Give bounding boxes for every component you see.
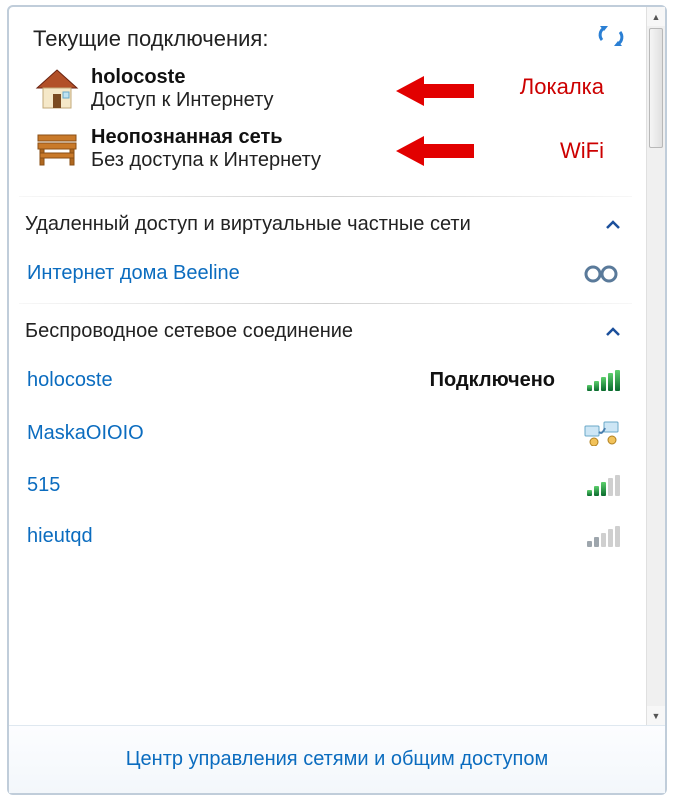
- annotation-label: WiFi: [560, 138, 604, 164]
- connection-name: Неопознанная сеть: [91, 126, 321, 149]
- annotation-label: Локалка: [520, 74, 604, 100]
- signal-strength-icon: [587, 370, 620, 391]
- scrollbar[interactable]: ▲ ▼: [646, 7, 665, 725]
- wireless-network-name: hieutqd: [27, 525, 93, 548]
- wireless-network-right: [587, 526, 620, 547]
- annotation-arrow-icon: [396, 74, 474, 113]
- vpn-item-name: Интернет дома Beeline: [27, 262, 240, 285]
- chevron-up-icon: [606, 321, 620, 342]
- main-scroll-content: Текущие подключения:: [9, 7, 646, 725]
- wireless-network-right: Подключено: [430, 369, 620, 392]
- scroll-up-arrow-icon[interactable]: ▲: [647, 7, 665, 26]
- annotation-arrow-icon: [396, 134, 474, 173]
- shared-computers-icon: [584, 420, 620, 446]
- wireless-network-item[interactable]: holocoste Подключено: [9, 355, 642, 406]
- connection-item[interactable]: holocoste Доступ к Интернету Локалка: [27, 60, 624, 120]
- vpn-item[interactable]: Интернет дома Beeline: [9, 248, 642, 299]
- scroll-thumb[interactable]: [649, 28, 663, 148]
- signal-strength-icon: [587, 526, 620, 547]
- scroll-down-arrow-icon[interactable]: ▼: [647, 706, 665, 725]
- wireless-network-item[interactable]: hieutqd: [9, 511, 642, 562]
- signal-strength-icon: [587, 475, 620, 496]
- wireless-section-header[interactable]: Беспроводное сетевое соединение: [9, 308, 642, 355]
- current-connections-title: Текущие подключения:: [33, 26, 268, 52]
- connection-status: Доступ к Интернету: [91, 89, 273, 112]
- vpn-section-title: Удаленный доступ и виртуальные частные с…: [25, 213, 471, 236]
- connections-list: holocoste Доступ к Интернету Локалка: [9, 60, 642, 192]
- connection-item[interactable]: Неопознанная сеть Без доступа к Интернет…: [27, 120, 624, 180]
- connection-text: Неопознанная сеть Без доступа к Интернет…: [91, 126, 321, 172]
- refresh-icon[interactable]: [598, 25, 624, 52]
- house-icon: [31, 66, 83, 112]
- chevron-up-icon: [606, 214, 620, 235]
- divider: [19, 303, 632, 304]
- wireless-network-name: MaskaOIOIO: [27, 422, 144, 445]
- wireless-network-item[interactable]: MaskaOIOIO: [9, 406, 642, 460]
- wireless-network-item[interactable]: 515: [9, 460, 642, 511]
- wireless-network-name: 515: [27, 474, 60, 497]
- connection-status: Без доступа к Интернету: [91, 149, 321, 172]
- wireless-network-right: [587, 475, 620, 496]
- wireless-section-title: Беспроводное сетевое соединение: [25, 320, 353, 343]
- wireless-network-name: holocoste: [27, 369, 113, 392]
- content-area: Текущие подключения:: [9, 7, 665, 725]
- bench-icon: [31, 126, 83, 172]
- connection-text: holocoste Доступ к Интернету: [91, 66, 273, 112]
- current-connections-header: Текущие подключения:: [9, 7, 642, 60]
- divider: [19, 196, 632, 197]
- vpn-infinity-icon: [582, 263, 620, 285]
- network-flyout: Текущие подключения:: [7, 5, 667, 795]
- footer: Центр управления сетями и общим доступом: [9, 725, 665, 793]
- wireless-network-status: Подключено: [430, 369, 555, 392]
- connection-name: holocoste: [91, 66, 273, 89]
- network-center-link[interactable]: Центр управления сетями и общим доступом: [126, 748, 549, 770]
- wireless-network-right: [584, 420, 620, 446]
- vpn-section-header[interactable]: Удаленный доступ и виртуальные частные с…: [9, 201, 642, 248]
